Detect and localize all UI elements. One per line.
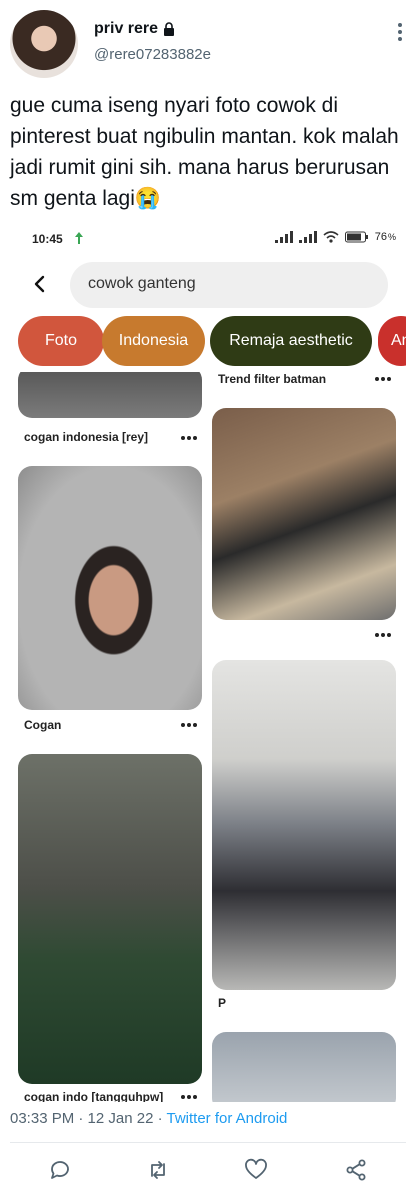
pin-image[interactable] — [18, 754, 202, 1084]
status-icons: 76% — [274, 231, 396, 243]
pin-caption: cogan indo [tangguhpw] — [24, 1090, 164, 1102]
attached-screenshot[interactable]: 10:45 76% cowok ganteng Foto Indonesia R… — [10, 224, 406, 1102]
tweet-meta: 03:33 PM · 12 Jan 22 · Twitter for Andro… — [10, 1110, 287, 1127]
signal-icon — [274, 231, 293, 243]
filter-chips: Foto Indonesia Remaja aesthetic Ani — [18, 316, 406, 366]
chip-label: Foto — [44, 332, 77, 349]
search-row: cowok ganteng — [10, 262, 406, 308]
tweet-text: gue cuma iseng nyari foto cowok di pinte… — [10, 94, 399, 210]
display-name[interactable]: priv rere — [94, 20, 158, 38]
avatar[interactable] — [10, 10, 78, 78]
share-icon[interactable] — [344, 1158, 368, 1182]
status-time: 10:45 — [32, 232, 63, 246]
more-horizontal-icon[interactable] — [180, 1094, 198, 1100]
pin-image[interactable] — [212, 1032, 396, 1102]
chip-label: Remaja aesthetic — [229, 332, 353, 349]
reply-icon[interactable] — [48, 1158, 72, 1182]
pin-caption: Cogan — [24, 718, 62, 732]
more-horizontal-icon[interactable] — [180, 435, 198, 441]
more-horizontal-icon[interactable] — [374, 376, 392, 382]
pin-image[interactable] — [18, 372, 202, 418]
more-horizontal-icon[interactable] — [180, 722, 198, 728]
tweet-timestamp: 03:33 PM · 12 Jan 22 · — [10, 1110, 167, 1127]
wifi-icon — [323, 231, 339, 243]
chip-ani[interactable]: Ani — [378, 316, 406, 366]
more-vertical-icon[interactable] — [396, 20, 404, 44]
pin-feed: cogan indonesia [rey] Cogan cogan indo [… — [10, 372, 406, 1102]
status-bar: 10:45 76% — [10, 224, 406, 254]
pin-image[interactable] — [18, 466, 202, 710]
battery-icon — [344, 231, 368, 243]
more-horizontal-icon[interactable] — [374, 632, 392, 638]
pin-image[interactable] — [212, 408, 396, 620]
divider — [10, 1142, 406, 1143]
pin-caption: cogan indonesia [rey] — [24, 430, 149, 444]
chip-remaja-aesthetic[interactable]: Remaja aesthetic — [210, 316, 372, 366]
app-notification-icon — [75, 232, 83, 244]
pin-caption: P — [218, 996, 227, 1010]
lock-icon — [164, 22, 174, 36]
signal-icon-2 — [298, 231, 317, 243]
back-arrow-icon[interactable] — [30, 274, 50, 294]
pin-image[interactable] — [212, 660, 396, 990]
battery-level: 76 — [374, 231, 387, 243]
chip-indonesia[interactable]: Indonesia — [102, 316, 205, 366]
heart-icon[interactable] — [244, 1158, 268, 1182]
search-query: cowok ganteng — [88, 275, 196, 292]
search-input[interactable]: cowok ganteng — [70, 262, 388, 308]
pin-caption: Trend filter batman — [218, 372, 327, 386]
user-handle[interactable]: @rere07283882e — [94, 46, 211, 63]
retweet-icon[interactable] — [146, 1158, 170, 1182]
tweet-header: priv rere @rere07283882e — [0, 0, 416, 88]
tweet-source[interactable]: Twitter for Android — [166, 1110, 287, 1127]
chip-label: Ani — [391, 332, 406, 349]
chip-foto[interactable]: Foto — [18, 316, 104, 366]
chip-label: Indonesia — [118, 332, 189, 349]
